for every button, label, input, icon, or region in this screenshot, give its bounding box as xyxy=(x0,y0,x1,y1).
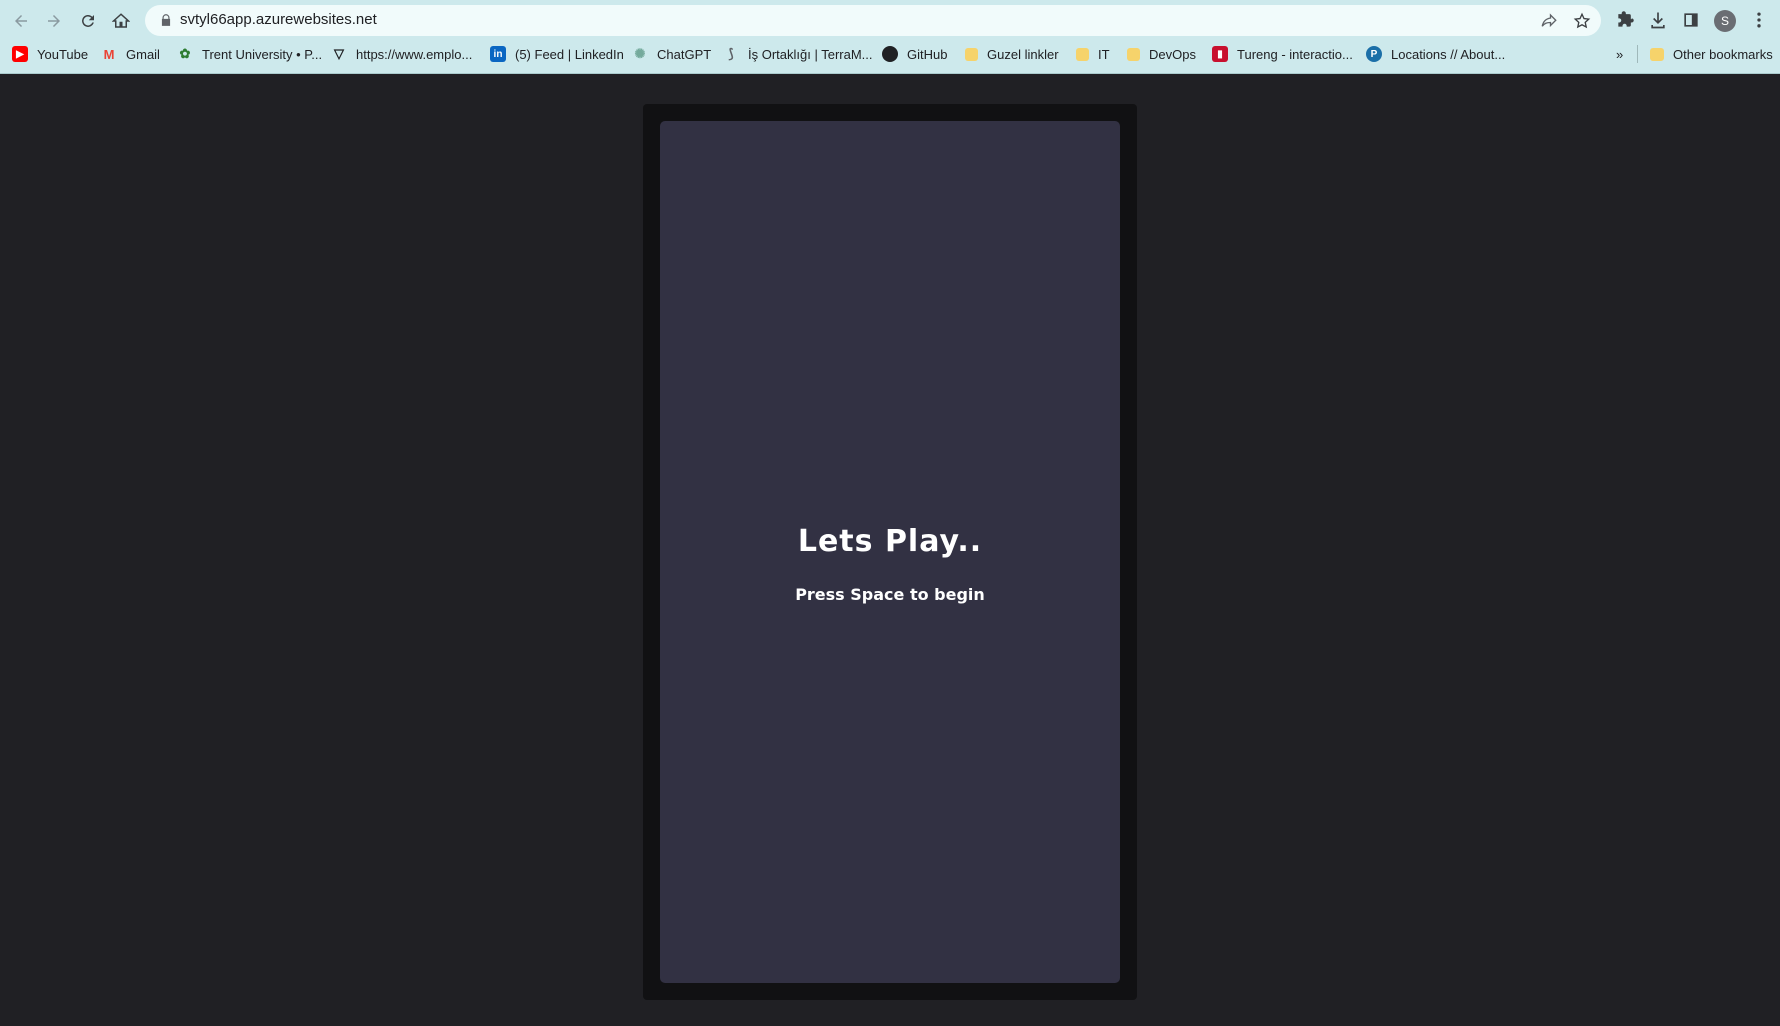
shield-icon: ▽ xyxy=(334,46,344,61)
extensions-icon[interactable] xyxy=(1615,10,1635,30)
bookmark-label: Trent University • P... xyxy=(202,46,323,62)
home-button[interactable] xyxy=(109,9,133,33)
bookmark-item[interactable]: DevOps xyxy=(1127,42,1196,66)
bookmark-item[interactable]: ▽ https://www.emplo... xyxy=(331,42,472,66)
terra-icon: ⟆ xyxy=(728,46,734,61)
bookmark-item[interactable]: P Locations // About... xyxy=(1366,42,1505,66)
arrow-left-icon xyxy=(15,15,27,27)
bookmark-label: İş Ortaklığı | TerraM... xyxy=(748,46,873,62)
bookmarks-divider xyxy=(1637,45,1638,63)
globe-icon: ✿ xyxy=(179,46,191,61)
more-bookmarks-button[interactable]: » xyxy=(1616,42,1623,66)
star-icon[interactable] xyxy=(1573,12,1591,30)
bookmark-label: https://www.emplo... xyxy=(356,46,473,62)
bookmark-item[interactable]: M Gmail xyxy=(101,42,160,66)
browser-chrome: svtyl66app.azurewebsites.net S ▶ YouTube M… xyxy=(0,0,1780,74)
bookmark-item[interactable]: IT xyxy=(1076,42,1110,66)
bookmark-label: Guzel linkler xyxy=(987,46,1059,62)
address-bar[interactable]: svtyl66app.azurewebsites.net xyxy=(145,5,1601,36)
github-icon xyxy=(882,46,898,62)
p-icon: P xyxy=(1366,46,1382,62)
bookmark-item[interactable]: ▶ YouTube xyxy=(12,42,88,66)
reload-icon xyxy=(82,14,94,27)
youtube-icon: ▶ xyxy=(12,46,28,62)
bookmark-item[interactable]: in (5) Feed | LinkedIn xyxy=(490,42,624,66)
gmail-icon: M xyxy=(103,46,115,62)
bookmark-label: Locations // About... xyxy=(1391,46,1506,62)
bookmark-label: IT xyxy=(1098,46,1110,62)
start-instruction: Press Space to begin xyxy=(795,585,985,604)
lock-icon xyxy=(161,14,171,26)
folder-icon xyxy=(1127,47,1140,61)
download-icon[interactable] xyxy=(1648,10,1668,30)
game-title: Lets Play.. xyxy=(797,524,983,559)
bookmark-item[interactable]: ✿ Trent University • P... xyxy=(177,42,323,66)
bookmark-item[interactable]: Guzel linkler xyxy=(965,42,1059,66)
bookmark-label: DevOps xyxy=(1149,46,1196,62)
home-icon xyxy=(112,13,130,28)
folder-icon xyxy=(1650,47,1664,61)
tureng-icon: ▮ xyxy=(1212,46,1228,62)
arrow-right-icon xyxy=(48,15,60,27)
bookmark-item[interactable]: ⟆ İş Ortaklığı | TerraM... xyxy=(723,42,873,66)
bookmark-item[interactable]: GitHub xyxy=(882,42,947,66)
chatgpt-icon: ✺ xyxy=(634,46,646,61)
bookmark-label: ChatGPT xyxy=(657,46,712,62)
bookmark-label: YouTube xyxy=(37,46,89,62)
kebab-menu-icon[interactable] xyxy=(1749,10,1769,30)
reload-button[interactable] xyxy=(76,9,100,33)
share-icon[interactable] xyxy=(1540,12,1558,30)
back-button[interactable] xyxy=(9,9,33,33)
bookmark-label: Tureng - interactio... xyxy=(1237,46,1353,62)
folder-icon xyxy=(1076,47,1089,61)
folder-icon xyxy=(965,47,978,61)
side-panel-icon[interactable] xyxy=(1681,10,1701,30)
bookmark-item[interactable]: ✺ ChatGPT xyxy=(632,42,712,66)
other-bookmarks-label: Other bookmarks xyxy=(1673,46,1773,62)
url-text: svtyl66app.azurewebsites.net xyxy=(180,11,377,28)
other-bookmarks-folder[interactable]: Other bookmarks xyxy=(1650,42,1773,66)
bookmark-label: GitHub xyxy=(907,46,948,62)
forward-button[interactable] xyxy=(42,9,66,33)
bookmarks-bar: ▶ YouTube M Gmail ✿ Trent University • P... ▽ h… xyxy=(0,42,1780,66)
profile-avatar[interactable]: S xyxy=(1714,10,1736,32)
browser-toolbar: svtyl66app.azurewebsites.net S xyxy=(0,0,1780,41)
bookmark-label: Gmail xyxy=(126,46,160,62)
game-canvas[interactable]: Lets Play.. Press Space to begin xyxy=(660,121,1120,983)
bookmark-label: (5) Feed | LinkedIn xyxy=(515,46,624,62)
bookmark-item[interactable]: ▮ Tureng - interactio... xyxy=(1212,42,1353,66)
linkedin-icon: in xyxy=(490,46,506,62)
